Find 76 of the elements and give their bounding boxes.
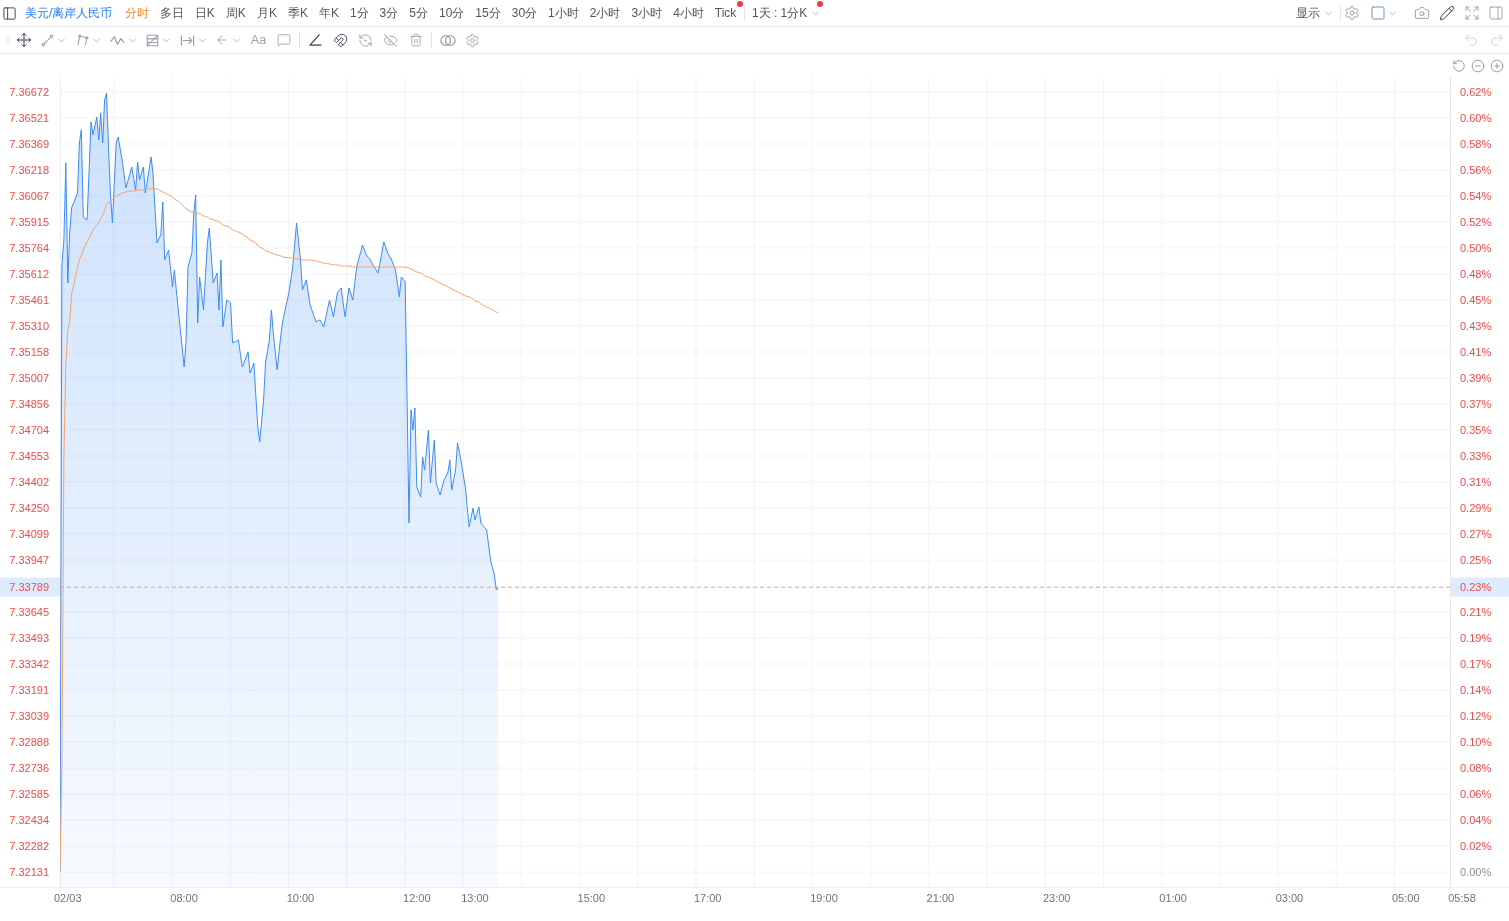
axis-label: 7.35764 bbox=[9, 240, 49, 255]
axis-label: 02/03 bbox=[54, 891, 82, 905]
axis-label: 7.32131 bbox=[9, 865, 49, 880]
axis-label: 0.43% bbox=[1460, 318, 1492, 333]
axis-label: 03:00 bbox=[1275, 891, 1304, 905]
axis-label: 19:00 bbox=[810, 891, 838, 905]
axis-label: 01:00 bbox=[1159, 891, 1187, 905]
axis-label: 0.45% bbox=[1460, 293, 1492, 307]
axis-label: 0.58% bbox=[1460, 137, 1492, 151]
axis-label: 0.39% bbox=[1460, 370, 1492, 385]
axis-label: 0.10% bbox=[1460, 735, 1492, 749]
axis-label: 7.32282 bbox=[9, 839, 49, 854]
axis-label: 0.48% bbox=[1460, 267, 1492, 282]
axis-label: 7.36521 bbox=[9, 110, 49, 125]
current-change-label: 0.23% bbox=[1451, 577, 1509, 597]
axis-label: 0.12% bbox=[1460, 709, 1492, 724]
axis-label: 7.35915 bbox=[9, 215, 49, 229]
axis-label: 7.32736 bbox=[9, 761, 49, 776]
axis-label: 0.14% bbox=[1460, 682, 1492, 697]
axis-label: 0.27% bbox=[1460, 526, 1492, 541]
axis-label: 0.52% bbox=[1460, 215, 1492, 229]
axis-label: 0.41% bbox=[1460, 345, 1492, 360]
axis-label: 7.33191 bbox=[9, 682, 49, 697]
axis-label: 7.33342 bbox=[9, 657, 49, 671]
axis-label: 0.33% bbox=[1460, 448, 1492, 463]
axis-label: 0.08% bbox=[1460, 761, 1492, 776]
axis-label: 7.32434 bbox=[9, 813, 49, 827]
axis-label: 7.34856 bbox=[9, 396, 49, 411]
axis-label: 10:00 bbox=[286, 891, 315, 905]
axis-label: 12:00 bbox=[403, 891, 431, 905]
axis-label: 7.32888 bbox=[9, 735, 49, 749]
axis-label: 7.33947 bbox=[9, 553, 49, 568]
axis-label: 7.35158 bbox=[9, 345, 49, 360]
axis-label: 7.36369 bbox=[9, 137, 49, 151]
axis-label: 0.54% bbox=[1460, 188, 1492, 203]
axis-label: 0.06% bbox=[1460, 787, 1492, 802]
axis-label: 23:00 bbox=[1042, 891, 1071, 905]
axis-label: 7.34250 bbox=[9, 501, 49, 515]
axis-label: 7.33645 bbox=[9, 604, 49, 619]
axis-label: 05:58 bbox=[1448, 891, 1476, 905]
axis-label: 0.00% bbox=[1460, 865, 1492, 880]
axis-label: 7.33039 bbox=[9, 709, 49, 724]
axis-label: 7.35310 bbox=[9, 318, 49, 333]
axis-label: 0.37% bbox=[1460, 396, 1492, 411]
axis-label: 0.02% bbox=[1460, 839, 1492, 854]
axis-label: 0.56% bbox=[1460, 162, 1492, 177]
axis-label: 7.36218 bbox=[9, 162, 49, 177]
axis-label: 0.60% bbox=[1460, 110, 1492, 125]
axis-label: 7.34099 bbox=[9, 526, 49, 541]
axis-label: 0.62% bbox=[1460, 84, 1492, 99]
axis-label: 15:00 bbox=[577, 891, 606, 905]
axis-label: 7.36067 bbox=[9, 188, 49, 203]
axis-label: 0.31% bbox=[1460, 474, 1492, 489]
current-price-label: 7.33789 bbox=[0, 577, 60, 597]
axis-label: 7.34402 bbox=[9, 474, 49, 489]
axis-label: 7.34704 bbox=[9, 423, 49, 438]
axis-label: 0.50% bbox=[1460, 240, 1492, 255]
axis-label: 7.32585 bbox=[9, 787, 49, 802]
axis-label: 0.21% bbox=[1460, 604, 1492, 619]
axis-label: 08:00 bbox=[170, 891, 198, 905]
axis-label: 7.34553 bbox=[9, 448, 49, 463]
axis-label: 05:00 bbox=[1392, 891, 1420, 905]
axis-label: 0.25% bbox=[1460, 553, 1492, 568]
axis-label: 0.29% bbox=[1460, 501, 1492, 515]
axis-label: 21:00 bbox=[926, 891, 955, 905]
axis-label: 17:00 bbox=[693, 891, 722, 905]
axis-label: 7.35007 bbox=[9, 370, 49, 385]
axis-label: 7.35612 bbox=[9, 267, 49, 282]
axis-label: 0.35% bbox=[1460, 423, 1492, 438]
axis-label: 0.17% bbox=[1460, 657, 1492, 671]
axis-label: 0.19% bbox=[1460, 631, 1492, 646]
axis-label: 7.33493 bbox=[9, 631, 49, 646]
axis-label: 13:00 bbox=[461, 891, 489, 905]
axis-label: 7.35461 bbox=[9, 293, 49, 307]
axis-label: 0.04% bbox=[1460, 813, 1492, 827]
axis-label: 7.36672 bbox=[9, 84, 49, 99]
